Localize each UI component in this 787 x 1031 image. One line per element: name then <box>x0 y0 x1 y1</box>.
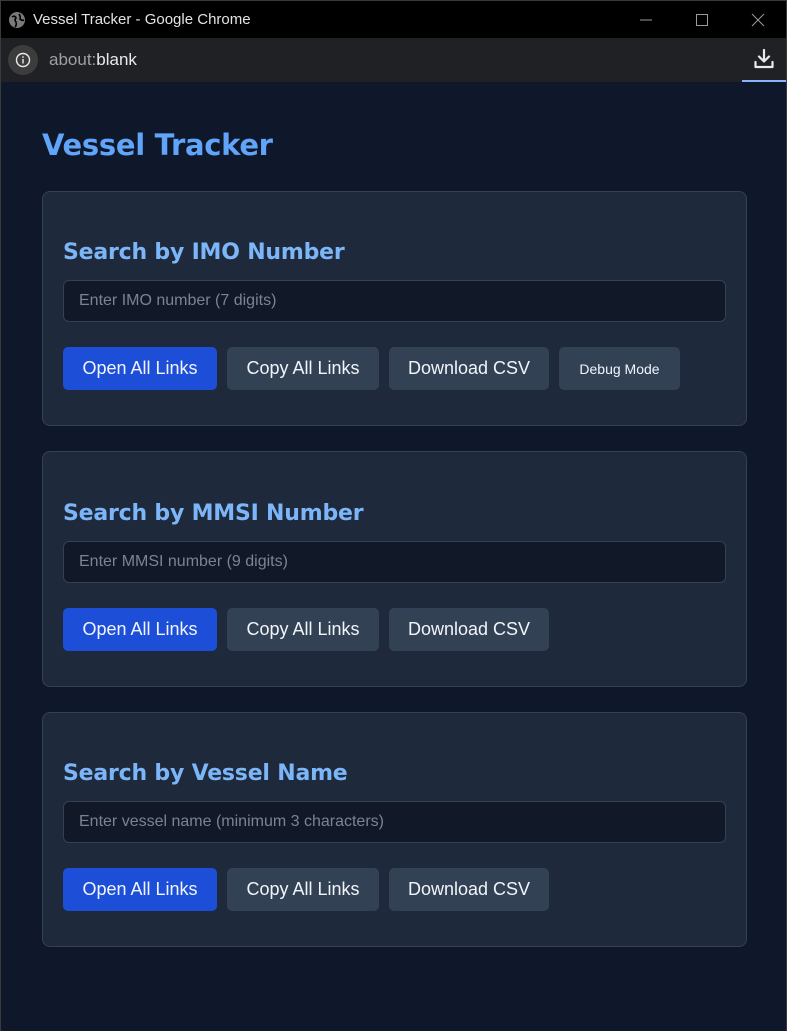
vessel-name-search-card: Search by Vessel Name Open All Links Cop… <box>42 712 747 947</box>
vessel-name-copy-all-links-button[interactable]: Copy All Links <box>227 868 379 911</box>
mmsi-open-all-links-button[interactable]: Open All Links <box>63 608 217 651</box>
close-icon[interactable] <box>730 1 786 39</box>
address-bar: about:blank <box>0 38 787 82</box>
minimize-icon[interactable] <box>618 1 674 39</box>
mmsi-search-heading: Search by MMSI Number <box>63 501 364 526</box>
imo-download-csv-button[interactable]: Download CSV <box>389 347 549 390</box>
window-controls <box>618 1 786 39</box>
download-icon[interactable] <box>742 38 786 82</box>
url-host: blank <box>96 50 137 69</box>
mmsi-button-row: Open All Links Copy All Links Download C… <box>63 608 549 651</box>
imo-search-heading: Search by IMO Number <box>63 240 345 265</box>
url-scheme: about: <box>49 50 97 69</box>
mmsi-copy-all-links-button[interactable]: Copy All Links <box>227 608 379 651</box>
window-title-bar: Vessel Tracker - Google Chrome <box>0 0 787 38</box>
imo-search-card: Search by IMO Number Open All Links Copy… <box>42 191 747 426</box>
page-content: Vessel Tracker Search by IMO Number Open… <box>0 82 787 1031</box>
maximize-icon[interactable] <box>674 1 730 39</box>
vessel-name-download-csv-button[interactable]: Download CSV <box>389 868 549 911</box>
imo-open-all-links-button[interactable]: Open All Links <box>63 347 217 390</box>
imo-copy-all-links-button[interactable]: Copy All Links <box>227 347 379 390</box>
mmsi-search-card: Search by MMSI Number Open All Links Cop… <box>42 451 747 687</box>
vessel-name-button-row: Open All Links Copy All Links Download C… <box>63 868 549 911</box>
vessel-name-search-heading: Search by Vessel Name <box>63 761 348 786</box>
imo-button-row: Open All Links Copy All Links Download C… <box>63 347 680 390</box>
imo-search-input[interactable] <box>63 280 726 322</box>
info-icon[interactable] <box>8 45 38 75</box>
mmsi-download-csv-button[interactable]: Download CSV <box>389 608 549 651</box>
url-text[interactable]: about:blank <box>49 50 137 70</box>
vessel-name-search-input[interactable] <box>63 801 726 843</box>
globe-icon <box>8 11 26 29</box>
page-title: Vessel Tracker <box>42 128 273 162</box>
vessel-name-open-all-links-button[interactable]: Open All Links <box>63 868 217 911</box>
debug-mode-button[interactable]: Debug Mode <box>559 347 680 390</box>
window-title: Vessel Tracker - Google Chrome <box>33 11 251 28</box>
mmsi-search-input[interactable] <box>63 541 726 583</box>
